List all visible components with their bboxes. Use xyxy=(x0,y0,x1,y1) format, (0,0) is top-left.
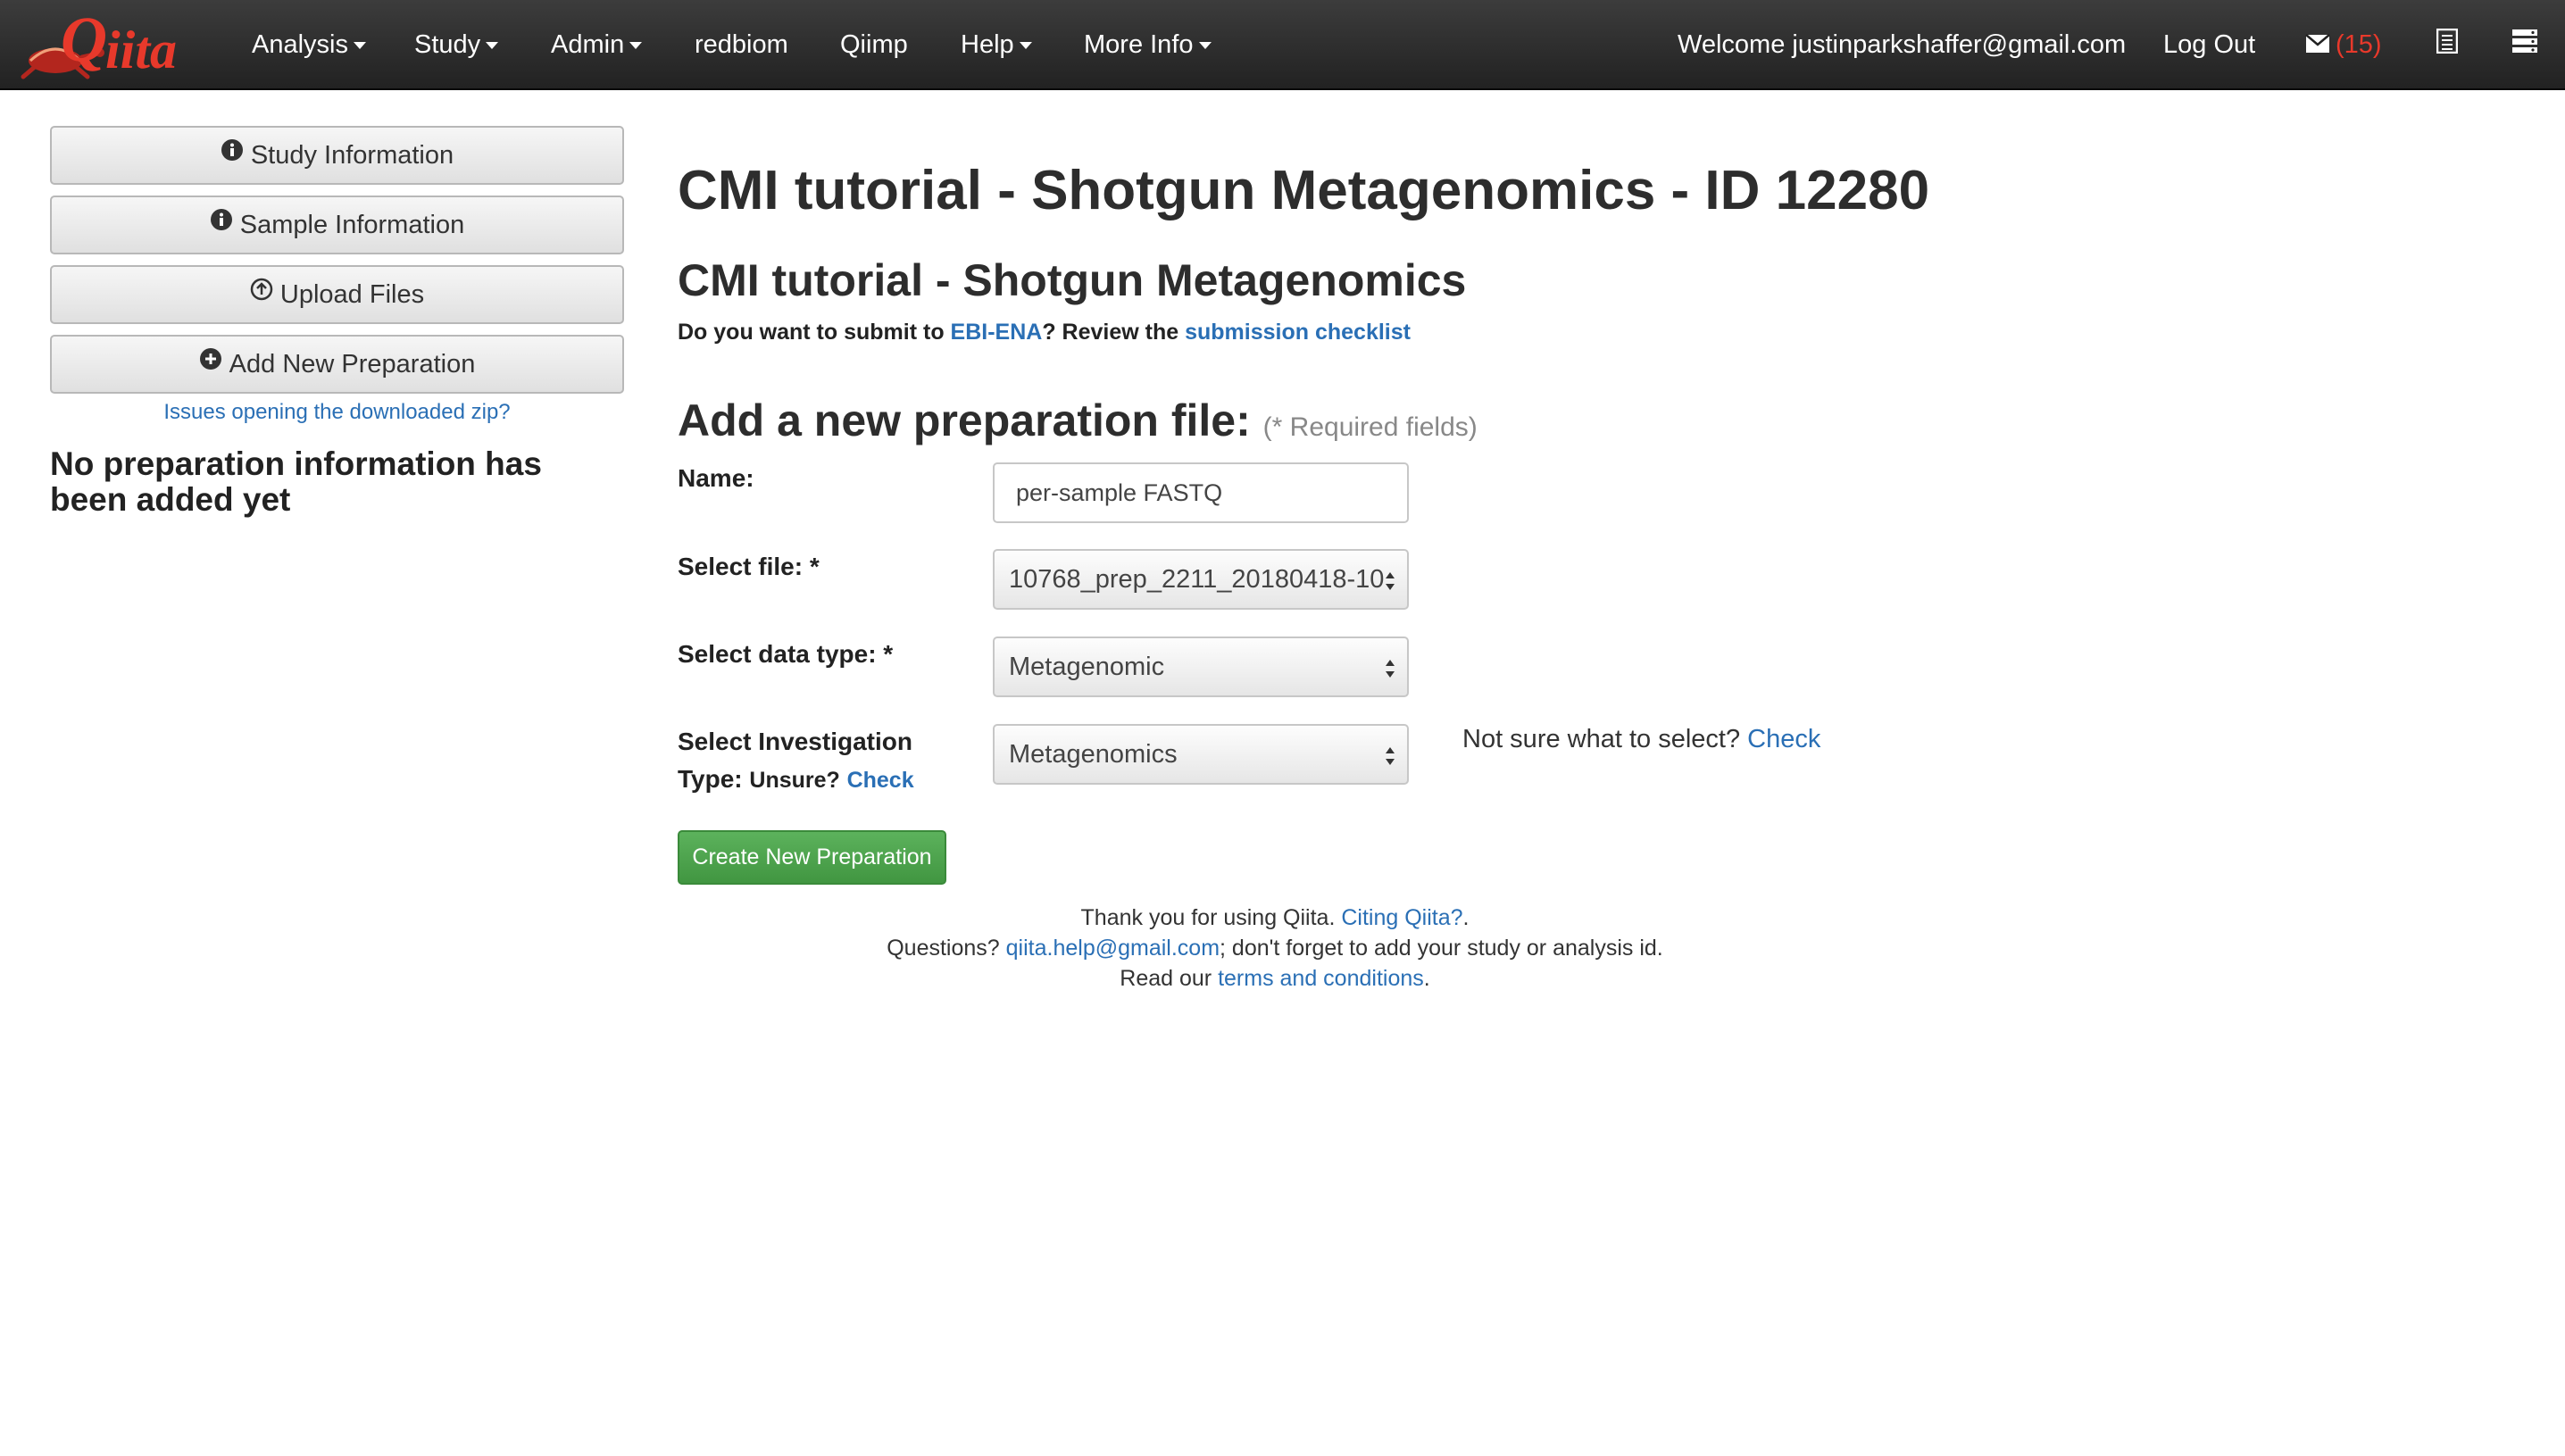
select-file-label: Select file: * xyxy=(678,553,820,580)
ebi-middle: ? Review the xyxy=(1042,320,1186,345)
nav-analysis[interactable]: Analysis xyxy=(252,0,366,90)
sample-information-label: Sample Information xyxy=(239,211,465,239)
select-investigation-type-value: Metagenomics xyxy=(1009,740,1178,769)
footer-line3-end: . xyxy=(1423,966,1430,991)
unsure-text: Unsure? xyxy=(749,768,840,793)
select-arrows-icon xyxy=(1386,747,1395,765)
study-information-button[interactable]: Study Information xyxy=(50,126,624,185)
upload-files-button[interactable]: Upload Files xyxy=(50,265,624,324)
create-new-preparation-button[interactable]: Create New Preparation xyxy=(678,830,946,885)
logout-label: Log Out xyxy=(2163,30,2256,59)
footer-line-3: Read our terms and conditions. xyxy=(678,963,1872,994)
top-navbar: Q iita Analysis Study Admin redbiom Qiim… xyxy=(0,0,2565,90)
not-sure-hint: Not sure what to select? Check xyxy=(1462,725,1820,754)
plus-circle-icon xyxy=(199,335,222,390)
not-sure-text: Not sure what to select? xyxy=(1462,725,1741,753)
footer-line1-end: . xyxy=(1462,905,1470,930)
footer-line-2: Questions? qiita.help@gmail.com; don't f… xyxy=(678,933,1872,963)
name-input[interactable]: per-sample FASTQ xyxy=(993,462,1409,523)
nav-redbiom[interactable]: redbiom xyxy=(695,0,788,90)
help-email-link[interactable]: qiita.help@gmail.com xyxy=(1006,936,1220,961)
chevron-down-icon xyxy=(486,42,499,50)
list-icon-link[interactable] xyxy=(2436,0,2459,91)
qiita-logo-graphic: Q iita xyxy=(21,4,177,79)
form-heading: Add a new preparation file: (* Required … xyxy=(678,395,1478,446)
footer-read-our: Read our xyxy=(1120,966,1219,991)
nav-help[interactable]: Help xyxy=(961,0,1032,90)
chevron-down-icon xyxy=(629,42,643,50)
investigation-label-line2: Type: xyxy=(678,765,743,793)
select-file-dropdown[interactable]: 10768_prep_2211_20180418-10 xyxy=(993,549,1409,610)
upload-circle-icon xyxy=(250,265,273,320)
svg-text:Q: Q xyxy=(61,5,107,75)
upload-files-label: Upload Files xyxy=(279,280,425,309)
issues-zip-link[interactable]: Issues opening the downloaded zip? xyxy=(50,400,624,425)
nav-redbiom-label: redbiom xyxy=(695,30,788,59)
investigation-label-line1: Select Investigation xyxy=(678,728,912,755)
list-icon xyxy=(2436,1,2459,91)
svg-text:iita: iita xyxy=(105,21,177,79)
nav-help-label: Help xyxy=(961,30,1014,59)
nav-qiimp[interactable]: Qiimp xyxy=(840,0,908,90)
add-new-preparation-label: Add New Preparation xyxy=(229,350,476,379)
nav-admin[interactable]: Admin xyxy=(551,0,643,90)
chevron-down-icon xyxy=(1198,42,1212,50)
terms-link[interactable]: terms and conditions xyxy=(1218,966,1424,991)
server-icon xyxy=(2511,1,2538,91)
study-subtitle: CMI tutorial - Shotgun Metagenomics xyxy=(678,255,1467,305)
footer-thanks: Thank you for using Qiita. xyxy=(1080,905,1342,930)
required-fields-note: (* Required fields) xyxy=(1262,412,1478,442)
select-arrows-icon xyxy=(1386,572,1395,590)
footer-line2-end: ; don't forget to add your study or anal… xyxy=(1220,936,1663,961)
nav-qiimp-label: Qiimp xyxy=(840,30,908,59)
select-data-type-dropdown[interactable]: Metagenomic xyxy=(993,636,1409,697)
welcome-user[interactable]: Welcome justinparkshaffer@gmail.com xyxy=(1678,0,2126,90)
ebi-submit-line: Do you want to submit to EBI-ENA? Review… xyxy=(678,320,1411,345)
select-arrows-icon xyxy=(1386,660,1395,678)
select-investigation-type-dropdown[interactable]: Metagenomics xyxy=(993,724,1409,785)
study-information-label: Study Information xyxy=(250,141,454,170)
select-file-value: 10768_prep_2211_20180418-10 xyxy=(1009,565,1385,594)
chevron-down-icon xyxy=(1019,42,1032,50)
nav-more-info-label: More Info xyxy=(1084,30,1194,59)
name-label: Name: xyxy=(678,464,754,492)
page-title: CMI tutorial - Shotgun Metagenomics - ID… xyxy=(678,160,1930,221)
footer-line-1: Thank you for using Qiita. Citing Qiita?… xyxy=(678,903,1872,933)
sample-information-button[interactable]: Sample Information xyxy=(50,196,624,254)
not-sure-check-link[interactable]: Check xyxy=(1747,725,1820,753)
message-count: (15) xyxy=(2336,30,2382,59)
qiita-logo[interactable]: Q iita xyxy=(16,4,204,86)
logout-link[interactable]: Log Out xyxy=(2163,0,2255,90)
ebi-ena-link[interactable]: EBI-ENA xyxy=(951,320,1043,345)
info-circle-icon xyxy=(210,196,233,251)
nav-admin-label: Admin xyxy=(551,30,625,59)
info-circle-icon xyxy=(221,126,244,181)
welcome-text: Welcome justinparkshaffer@gmail.com xyxy=(1678,30,2127,59)
add-new-preparation-button[interactable]: Add New Preparation xyxy=(50,335,624,394)
page-footer: Thank you for using Qiita. Citing Qiita?… xyxy=(678,903,1872,994)
nav-more-info[interactable]: More Info xyxy=(1084,0,1212,90)
nav-study[interactable]: Study xyxy=(414,0,499,90)
submission-checklist-link[interactable]: submission checklist xyxy=(1185,320,1411,345)
investigation-type-label: Select Investigation Type: Unsure? Check xyxy=(678,723,914,799)
select-data-type-label: Select data type: * xyxy=(678,640,894,668)
ebi-prefix: Do you want to submit to xyxy=(678,320,951,345)
envelope-icon xyxy=(2305,1,2330,91)
footer-questions: Questions? xyxy=(887,936,1006,961)
no-preparation-text: No preparation information has been adde… xyxy=(50,445,542,518)
citing-qiita-link[interactable]: Citing Qiita? xyxy=(1341,905,1462,930)
chevron-down-icon xyxy=(354,42,366,50)
select-data-type-value: Metagenomic xyxy=(1009,653,1165,681)
investigation-check-link[interactable]: Check xyxy=(847,768,914,793)
form-heading-text: Add a new preparation file: xyxy=(678,395,1251,445)
nav-analysis-label: Analysis xyxy=(252,30,348,59)
messages-link[interactable]: (15) xyxy=(2305,0,2382,90)
server-icon-link[interactable] xyxy=(2511,0,2538,90)
nav-study-label: Study xyxy=(414,30,481,59)
